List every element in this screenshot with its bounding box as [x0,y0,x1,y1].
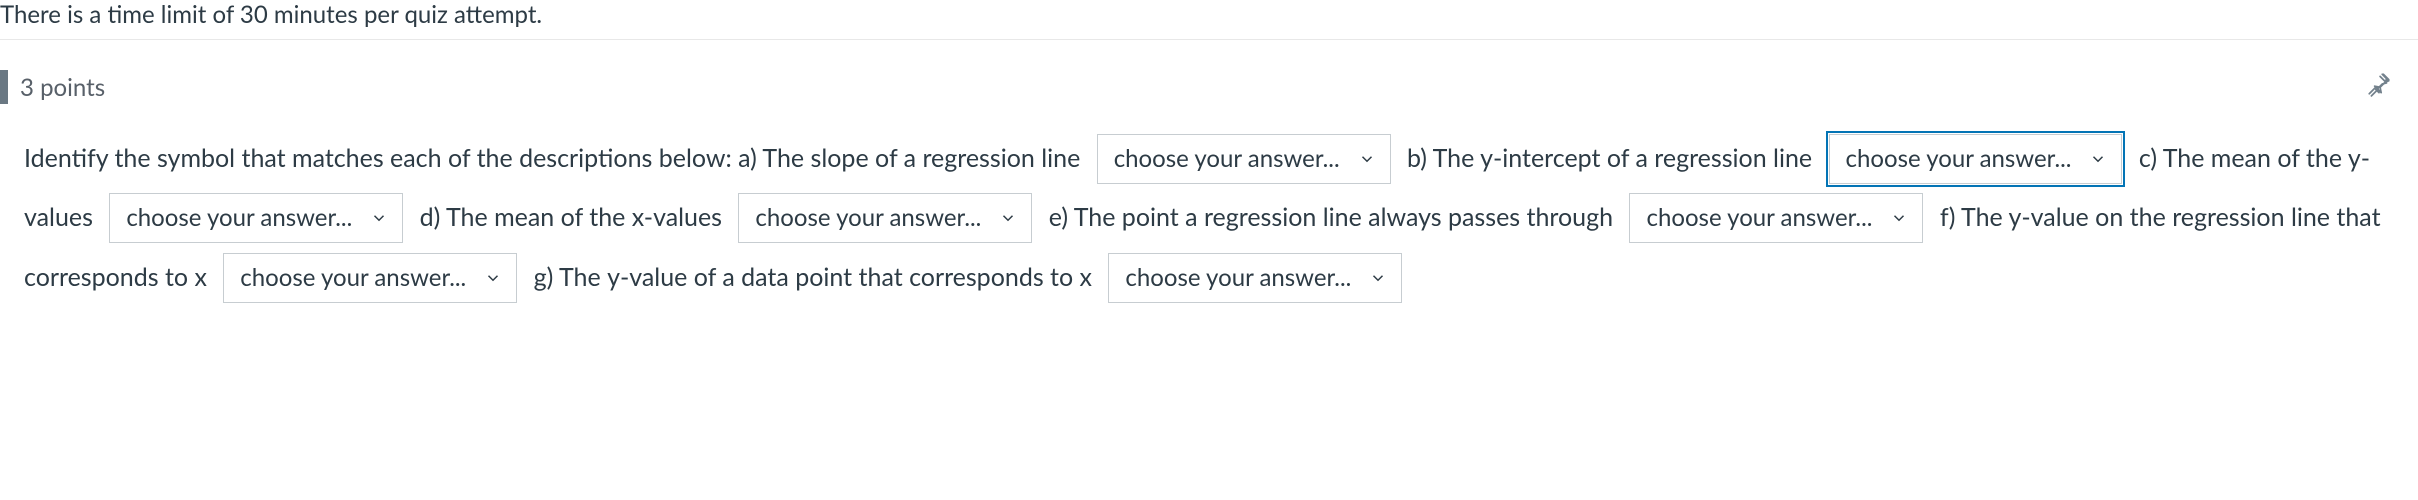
dropdown-placeholder: choose your answer... [1646,206,1872,230]
answer-select-b[interactable]: choose your answer... [1829,134,2123,184]
answer-select-d[interactable]: choose your answer... [738,193,1032,243]
dropdown-placeholder: choose your answer... [1114,147,1340,171]
question-header: 3 points [0,70,2418,104]
points-wrap: 3 points [0,70,105,104]
question-body: Identify the symbol that matches each of… [0,104,2418,318]
answer-select-c[interactable]: choose your answer... [109,193,403,243]
part-d-text: d) The mean of the x-values [420,202,722,232]
points-accent-bar [0,70,8,104]
chevron-down-icon [370,209,388,227]
answer-select-g[interactable]: choose your answer... [1108,253,1402,303]
dropdown-placeholder: choose your answer... [1846,147,2072,171]
chevron-down-icon [484,269,502,287]
chevron-down-icon [1890,209,1908,227]
dropdown-placeholder: choose your answer... [126,206,352,230]
points-label: 3 points [20,73,105,102]
answer-select-f[interactable]: choose your answer... [223,253,517,303]
answer-select-a[interactable]: choose your answer... [1097,134,1391,184]
dropdown-placeholder: choose your answer... [1125,266,1351,290]
part-b-text: b) The y-intercept of a regression line [1407,143,1812,173]
part-g-cont-text: y-value of a data point that corresponds… [607,262,1092,292]
chevron-down-icon [1358,150,1376,168]
part-e-cont-text: regression line always passes through [1204,202,1613,232]
question-block: 3 points Identify the symbol that matche… [0,70,2418,318]
answer-select-e[interactable]: choose your answer... [1629,193,1923,243]
chevron-down-icon [999,209,1017,227]
dropdown-placeholder: choose your answer... [755,206,981,230]
time-limit-text: There is a time limit of 30 minutes per … [0,0,542,29]
question-intro: Identify the symbol that matches each of… [24,143,1080,173]
chevron-down-icon [2089,150,2107,168]
chevron-down-icon [1369,269,1387,287]
pin-icon[interactable] [2366,71,2392,103]
part-g-start-text: g) The [534,262,601,292]
dropdown-placeholder: choose your answer... [240,266,466,290]
time-limit-notice: There is a time limit of 30 minutes per … [0,0,2418,40]
part-e-start-text: e) The point a [1049,202,1198,232]
